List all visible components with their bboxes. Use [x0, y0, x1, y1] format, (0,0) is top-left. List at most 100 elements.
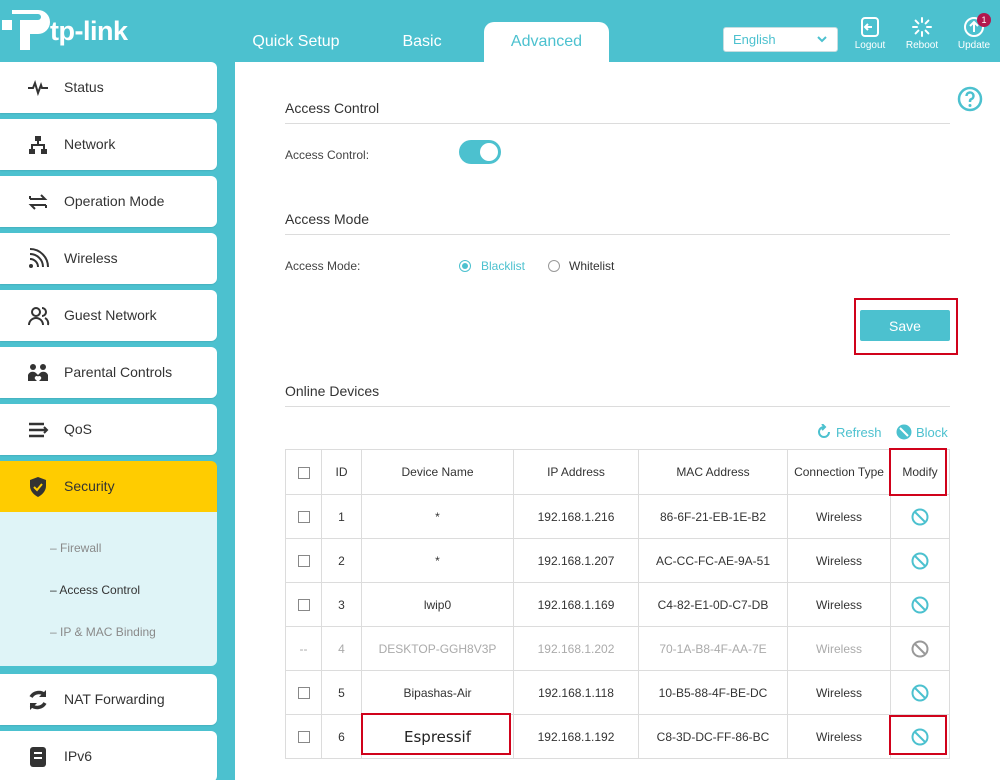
- block-device-icon[interactable]: [911, 684, 929, 702]
- update-badge: 1: [977, 13, 991, 27]
- sidebar-item-label: Status: [64, 79, 104, 95]
- column-header-mac-address: MAC Address: [638, 449, 788, 495]
- sidebar-item-nat-forwarding[interactable]: NAT Forwarding: [0, 674, 217, 725]
- submenu-item-label: Access Control: [59, 583, 141, 597]
- row-mac-address: 10-B5-88-4F-BE-DC: [638, 670, 788, 715]
- divider: [285, 234, 950, 235]
- guest-network-icon: [28, 307, 50, 326]
- row-device-name: *: [361, 494, 514, 539]
- update-button[interactable]: 1 Update: [951, 13, 997, 56]
- shield-icon: [30, 477, 46, 497]
- sidebar-item-security[interactable]: Security: [0, 461, 217, 512]
- row-select-cell: [285, 494, 322, 539]
- sidebar-item-wireless[interactable]: Wireless: [0, 233, 217, 284]
- tab-advanced[interactable]: Advanced: [484, 22, 609, 62]
- row-device-name: DESKTOP-GGH8V3P: [361, 626, 514, 671]
- row-select-cell: [285, 538, 322, 583]
- row-ip-address: 192.168.1.202: [513, 626, 639, 671]
- table-row: -- 4 DESKTOP-GGH8V3P 192.168.1.202 70-1A…: [285, 626, 950, 671]
- blacklist-label[interactable]: Blacklist: [481, 259, 525, 273]
- row-id: 3: [321, 582, 362, 627]
- row-checkbox[interactable]: [297, 731, 310, 744]
- reboot-button[interactable]: Reboot: [899, 16, 945, 56]
- block-label: Block: [916, 425, 948, 440]
- table-row: 3 lwip0 192.168.1.169 C4-82-E1-0D-C7-DB …: [285, 582, 950, 627]
- ipv6-icon: [30, 747, 46, 767]
- row-checkbox[interactable]: [297, 511, 310, 524]
- sidebar-item-parental-controls[interactable]: Parental Controls: [0, 347, 217, 398]
- sidebar-item-label: Parental Controls: [64, 364, 173, 380]
- table-row: 5 Bipashas-Air 192.168.1.118 10-B5-88-4F…: [285, 670, 950, 715]
- refresh-button[interactable]: Refresh: [816, 423, 882, 440]
- refresh-label: Refresh: [836, 425, 882, 440]
- tp-link-logo[interactable]: tp-link: [0, 4, 140, 56]
- whitelist-radio[interactable]: [548, 260, 560, 272]
- device-name-highlight-box: [361, 713, 511, 755]
- divider: [285, 123, 950, 124]
- network-icon: [29, 136, 47, 154]
- online-devices-section-title: Online Devices: [285, 383, 380, 399]
- pulse-icon: [28, 79, 48, 97]
- security-submenu: – Firewall – Access Control – IP & MAC B…: [0, 512, 217, 666]
- column-header-device-name: Device Name: [361, 449, 514, 495]
- row-checkbox[interactable]: [297, 555, 310, 568]
- sidebar-item-ipv6[interactable]: IPv6: [0, 731, 217, 780]
- submenu-item-ip-mac-binding[interactable]: – IP & MAC Binding: [50, 625, 156, 639]
- row-mac-address: 86-6F-21-EB-1E-B2: [638, 494, 788, 539]
- access-mode-label: Access Mode:: [285, 259, 361, 273]
- row-checkbox[interactable]: [297, 687, 310, 700]
- wireless-icon: [29, 248, 49, 268]
- row-checkbox[interactable]: [297, 599, 310, 612]
- sidebar-item-label: Guest Network: [64, 307, 157, 323]
- row-id: 2: [321, 538, 362, 583]
- row-connection-type: Wireless: [787, 670, 891, 715]
- tab-basic[interactable]: Basic: [382, 22, 462, 62]
- modify-row-highlight-box: [889, 715, 947, 755]
- block-device-icon[interactable]: [911, 508, 929, 526]
- submenu-item-label: Firewall: [60, 541, 102, 555]
- blacklist-radio[interactable]: [459, 260, 471, 272]
- sidebar-item-label: Operation Mode: [64, 193, 165, 209]
- submenu-item-access-control[interactable]: – Access Control: [50, 583, 140, 597]
- row-ip-address: 192.168.1.169: [513, 582, 639, 627]
- update-label: Update: [957, 40, 991, 51]
- row-mac-address: 70-1A-B8-4F-AA-7E: [638, 626, 788, 671]
- row-ip-address: 192.168.1.118: [513, 670, 639, 715]
- row-connection-type: Wireless: [787, 714, 891, 759]
- row-device-name: lwip0: [361, 582, 514, 627]
- sidebar-item-network[interactable]: Network: [0, 119, 217, 170]
- column-header-id: ID: [321, 449, 362, 495]
- language-select[interactable]: English: [723, 27, 838, 52]
- sidebar-item-label: Network: [64, 136, 116, 152]
- reboot-label: Reboot: [905, 40, 939, 51]
- select-all-cell: [285, 449, 322, 495]
- tab-quick-setup[interactable]: Quick Setup: [240, 22, 352, 62]
- row-device-name: Bipashas-Air: [361, 670, 514, 715]
- save-button[interactable]: Save: [860, 310, 950, 341]
- sidebar-item-label: QoS: [64, 421, 93, 437]
- block-device-icon: [911, 640, 929, 657]
- row-select-cell: [285, 582, 322, 627]
- row-connection-type: Wireless: [787, 626, 891, 671]
- block-device-icon[interactable]: [911, 596, 929, 614]
- operation-mode-icon: [28, 194, 48, 210]
- sidebar-item-qos[interactable]: QoS: [0, 404, 217, 455]
- whitelist-label[interactable]: Whitelist: [569, 259, 614, 273]
- submenu-item-label: IP & MAC Binding: [60, 625, 156, 639]
- logout-button[interactable]: Logout: [847, 16, 893, 56]
- block-device-icon[interactable]: [911, 552, 929, 570]
- sidebar-item-operation-mode[interactable]: Operation Mode: [0, 176, 217, 227]
- access-control-toggle[interactable]: [459, 140, 501, 164]
- row-id: 1: [321, 494, 362, 539]
- select-all-checkbox[interactable]: [297, 466, 310, 479]
- row-ip-address: 192.168.1.192: [513, 714, 639, 759]
- top-header: tp-link Quick Setup Basic Advanced Engli…: [0, 0, 1000, 62]
- help-icon[interactable]: [957, 86, 983, 112]
- row-select-cell: [285, 670, 322, 715]
- row-ip-address: 192.168.1.207: [513, 538, 639, 583]
- row-select-cell: --: [285, 626, 322, 671]
- sidebar-item-status[interactable]: Status: [0, 62, 217, 113]
- submenu-item-firewall[interactable]: – Firewall: [50, 541, 101, 555]
- block-button[interactable]: Block: [896, 424, 948, 440]
- sidebar-item-guest-network[interactable]: Guest Network: [0, 290, 217, 341]
